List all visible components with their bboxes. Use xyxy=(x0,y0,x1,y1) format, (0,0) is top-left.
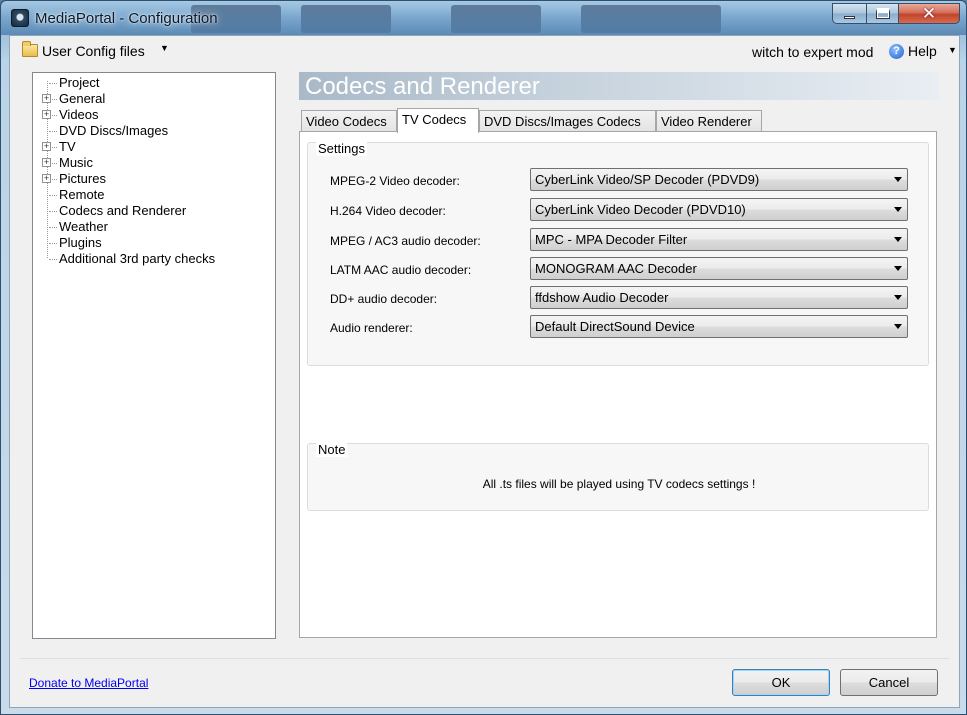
mpeg2-video-decoder-label: MPEG-2 Video decoder: xyxy=(330,174,460,188)
tab-tv-codecs[interactable]: TV Codecs xyxy=(397,108,479,133)
ddplus-audio-decoder-label: DD+ audio decoder: xyxy=(330,292,438,306)
note-group: Note All .ts files will be played using … xyxy=(307,442,929,511)
tree-item-label[interactable]: Project xyxy=(58,75,100,90)
tree-item-label[interactable]: Additional 3rd party checks xyxy=(58,251,216,266)
select-value: Default DirectSound Device xyxy=(535,319,695,334)
minimize-button[interactable] xyxy=(832,3,867,24)
audio-renderer-label: Audio renderer: xyxy=(330,321,413,335)
dropdown-arrow-icon xyxy=(894,295,902,300)
tree-item-label[interactable]: TV xyxy=(58,139,77,154)
tree-item-label[interactable]: Codecs and Renderer xyxy=(58,203,188,218)
tree-item-label[interactable]: Plugins xyxy=(58,235,103,250)
ddplus-audio-decoder-select[interactable]: ffdshow Audio Decoder xyxy=(530,286,908,309)
audio-renderer-select[interactable]: Default DirectSound Device xyxy=(530,315,908,338)
switch-expert-mode-button[interactable]: witch to expert mod xyxy=(752,44,873,60)
mpeg-ac3-audio-decoder-label: MPEG / AC3 audio decoder: xyxy=(330,234,481,248)
title-bar[interactable]: MediaPortal - Configuration ✕ xyxy=(1,1,966,35)
maximize-icon xyxy=(875,8,890,19)
title-bar-decoration xyxy=(581,5,721,33)
tab-dvd-discs-images-codecs[interactable]: DVD Discs/Images Codecs xyxy=(479,110,656,132)
user-config-files-dropdown[interactable]: User Config files xyxy=(42,43,145,59)
select-value: MPC - MPA Decoder Filter xyxy=(535,232,688,247)
folder-icon xyxy=(22,41,38,57)
help-icon[interactable]: ? xyxy=(889,44,904,59)
tree-item-codecs-and-renderer[interactable]: Codecs and Renderer xyxy=(33,203,273,219)
tree-item-label[interactable]: Music xyxy=(58,155,94,170)
chevron-down-icon[interactable]: ▼ xyxy=(160,43,169,53)
select-value: CyberLink Video Decoder (PDVD10) xyxy=(535,202,746,217)
title-bar-decoration xyxy=(451,5,541,33)
expand-icon[interactable]: + xyxy=(42,174,51,183)
expand-icon[interactable]: + xyxy=(42,110,51,119)
tree-item-weather[interactable]: Weather xyxy=(33,219,273,235)
tree-item-project[interactable]: Project xyxy=(33,75,273,91)
expand-icon[interactable]: + xyxy=(42,158,51,167)
tree-item-pictures[interactable]: + Pictures xyxy=(33,171,273,187)
toolbar: User Config files ▼ witch to expert mod … xyxy=(10,36,959,66)
latm-aac-audio-decoder-label: LATM AAC audio decoder: xyxy=(330,263,472,277)
application-window: MediaPortal - Configuration ✕ User Confi… xyxy=(0,0,967,715)
tree-item-tv[interactable]: + TV xyxy=(33,139,273,155)
donate-link[interactable]: Donate to MediaPortal xyxy=(29,676,148,690)
close-button[interactable]: ✕ xyxy=(898,3,960,24)
tree-item-label[interactable]: General xyxy=(58,91,106,106)
latm-aac-audio-decoder-select[interactable]: MONOGRAM AAC Decoder xyxy=(530,257,908,280)
dropdown-arrow-icon xyxy=(894,207,902,212)
tree-item-additional-checks[interactable]: Additional 3rd party checks xyxy=(33,251,273,267)
expand-icon[interactable]: + xyxy=(42,94,51,103)
select-value: ffdshow Audio Decoder xyxy=(535,290,669,305)
footer-divider xyxy=(20,658,949,659)
section-header: Codecs and Renderer xyxy=(299,72,939,100)
navigation-tree[interactable]: Project + General + Videos DVD Discs/Ima… xyxy=(32,72,276,639)
tree-item-label[interactable]: Videos xyxy=(58,107,100,122)
tree-item-label[interactable]: Pictures xyxy=(58,171,107,186)
chevron-down-icon[interactable]: ▼ xyxy=(948,45,957,55)
mpeg-ac3-audio-decoder-select[interactable]: MPC - MPA Decoder Filter xyxy=(530,228,908,251)
tree-item-label[interactable]: Weather xyxy=(58,219,109,234)
tree-item-dvd-discs-images[interactable]: DVD Discs/Images xyxy=(33,123,273,139)
help-dropdown[interactable]: Help xyxy=(908,43,937,59)
dropdown-arrow-icon xyxy=(894,266,902,271)
tree-item-general[interactable]: + General xyxy=(33,91,273,107)
mediaportal-app-icon xyxy=(11,9,29,27)
settings-group-title: Settings xyxy=(316,141,367,156)
title-bar-decoration xyxy=(301,5,391,33)
select-value: MONOGRAM AAC Decoder xyxy=(535,261,697,276)
tab-video-renderer[interactable]: Video Renderer xyxy=(656,110,762,132)
h264-video-decoder-label: H.264 Video decoder: xyxy=(330,204,446,218)
tree-item-remote[interactable]: Remote xyxy=(33,187,273,203)
h264-video-decoder-select[interactable]: CyberLink Video Decoder (PDVD10) xyxy=(530,198,908,221)
client-area: User Config files ▼ witch to expert mod … xyxy=(9,35,960,708)
close-icon: ✕ xyxy=(921,4,937,23)
tv-codecs-tab-page: Settings MPEG-2 Video decoder: CyberLink… xyxy=(299,131,937,638)
window-title: MediaPortal - Configuration xyxy=(35,10,218,27)
select-value: CyberLink Video/SP Decoder (PDVD9) xyxy=(535,172,760,187)
cancel-button[interactable]: Cancel xyxy=(840,669,938,696)
dropdown-arrow-icon xyxy=(894,324,902,329)
note-group-title: Note xyxy=(316,442,348,457)
dropdown-arrow-icon xyxy=(894,237,902,242)
expand-icon[interactable]: + xyxy=(42,142,51,151)
note-text: All .ts files will be played using TV co… xyxy=(482,477,756,491)
minimize-icon xyxy=(844,16,855,19)
tree-item-videos[interactable]: + Videos xyxy=(33,107,273,123)
ok-button[interactable]: OK xyxy=(732,669,830,696)
tree-item-plugins[interactable]: Plugins xyxy=(33,235,273,251)
mpeg2-video-decoder-select[interactable]: CyberLink Video/SP Decoder (PDVD9) xyxy=(530,168,908,191)
dropdown-arrow-icon xyxy=(894,177,902,182)
tab-video-codecs[interactable]: Video Codecs xyxy=(301,110,397,132)
maximize-button[interactable] xyxy=(866,3,899,24)
settings-group: Settings MPEG-2 Video decoder: CyberLink… xyxy=(307,141,929,366)
section-title: Codecs and Renderer xyxy=(305,73,540,100)
tree-item-music[interactable]: + Music xyxy=(33,155,273,171)
tree-item-label[interactable]: Remote xyxy=(58,187,106,202)
tree-item-label[interactable]: DVD Discs/Images xyxy=(58,123,169,138)
